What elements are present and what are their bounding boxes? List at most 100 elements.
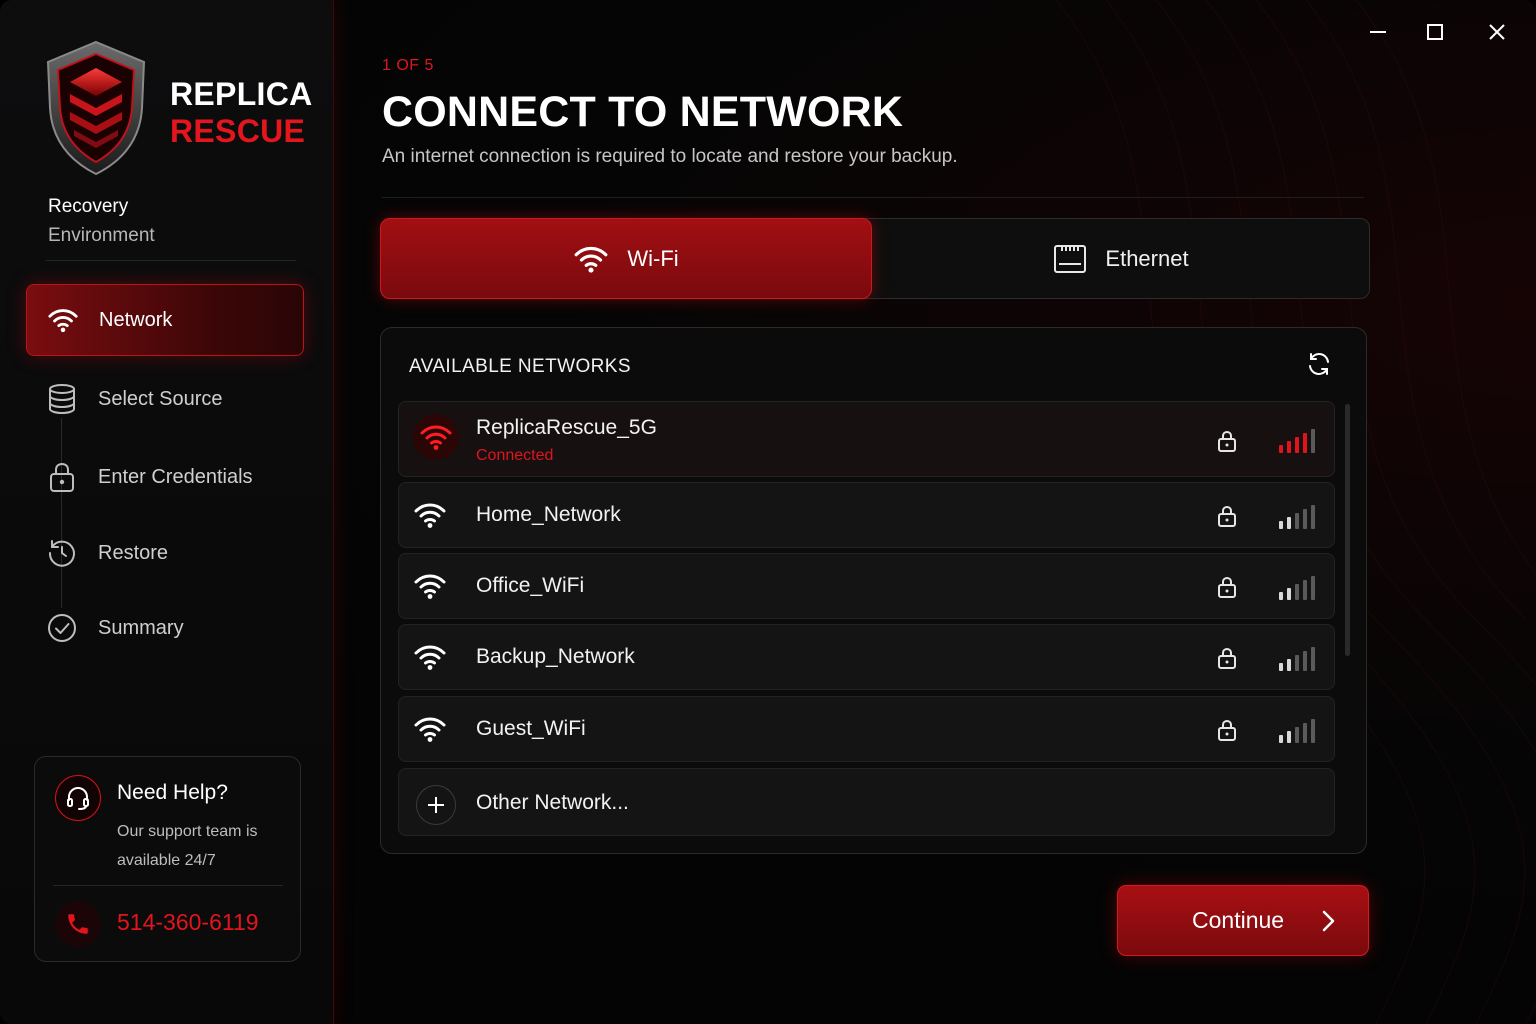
network-name: Home_Network — [476, 503, 621, 526]
environment-label: Recovery Environment — [48, 192, 155, 250]
network-row[interactable]: Backup_Network — [398, 624, 1335, 690]
network-row[interactable]: Office_WiFi — [398, 553, 1335, 619]
lock-icon — [1217, 576, 1237, 598]
step-indicator: 1 OF 5 — [382, 57, 434, 74]
signal-bar — [1311, 429, 1315, 453]
lock-icon — [46, 461, 78, 493]
continue-button[interactable]: Continue — [1117, 885, 1369, 956]
minimize-icon — [1370, 31, 1386, 33]
other-network-row[interactable]: Other Network... — [398, 768, 1335, 836]
connection-type-tabs: Wi-Fi Ethernet — [380, 218, 1370, 299]
plus-icon — [416, 785, 456, 825]
app-window: REPLICA RESCUE Recovery Environment Netw… — [0, 0, 1536, 1024]
signal-bar — [1279, 663, 1283, 671]
support-phone-link[interactable]: 514-360-6119 — [117, 909, 259, 936]
page-subtitle: An internet connection is required to lo… — [382, 146, 958, 167]
sidebar-item-network[interactable]: Network — [26, 284, 304, 356]
lock-icon — [1217, 719, 1237, 741]
sidebar-item-label: Enter Credentials — [98, 465, 253, 488]
sidebar-item-select-source[interactable]: Select Source — [26, 363, 304, 435]
other-network-label: Other Network... — [476, 791, 629, 814]
continue-label: Continue — [1192, 907, 1285, 933]
wifi-icon — [573, 244, 609, 274]
signal-bar — [1279, 521, 1283, 529]
brand-line-1: REPLICA — [170, 76, 313, 112]
lock-icon — [1217, 430, 1237, 452]
sidebar-item-label: Restore — [98, 541, 169, 564]
tab-label: Ethernet — [1105, 245, 1189, 271]
list-scrollbar[interactable] — [1345, 404, 1350, 656]
network-name: ReplicaRescue_5G — [476, 416, 657, 439]
close-icon — [1489, 24, 1505, 40]
network-name: Guest_WiFi — [476, 717, 586, 740]
signal-bar — [1287, 517, 1291, 529]
wifi-signal-icon — [413, 643, 447, 671]
wifi-signal-icon — [413, 501, 447, 529]
network-row[interactable]: ReplicaRescue_5G Connected — [398, 401, 1335, 477]
wifi-icon — [47, 304, 79, 336]
wifi-signal-icon — [413, 715, 447, 743]
help-divider — [53, 885, 283, 886]
close-button[interactable] — [1479, 14, 1515, 50]
lock-icon — [1217, 647, 1237, 669]
signal-bar — [1311, 647, 1315, 671]
signal-bar — [1295, 584, 1299, 600]
signal-bar — [1303, 580, 1307, 600]
headset-icon — [55, 775, 101, 821]
signal-bar — [1303, 509, 1307, 529]
maximize-icon — [1427, 24, 1443, 40]
signal-strength-icon — [1279, 645, 1315, 671]
signal-bar — [1295, 655, 1299, 671]
sidebar-item-restore[interactable]: Restore — [26, 517, 304, 589]
minimize-button[interactable] — [1360, 14, 1396, 50]
ethernet-icon — [1053, 244, 1087, 274]
help-title: Need Help? — [117, 781, 228, 804]
tab-ethernet[interactable]: Ethernet — [873, 218, 1369, 299]
signal-bar — [1303, 433, 1307, 453]
maximize-button[interactable] — [1417, 14, 1453, 50]
signal-strength-icon — [1279, 717, 1315, 743]
sidebar-item-label: Select Source — [98, 387, 223, 410]
phone-icon — [55, 901, 101, 947]
signal-bar — [1279, 592, 1283, 600]
brand-line-2: RESCUE — [170, 113, 306, 149]
signal-bar — [1287, 588, 1291, 600]
sidebar-item-label: Summary — [98, 616, 184, 639]
network-name: Backup_Network — [476, 645, 635, 668]
network-status: Connected — [476, 447, 554, 464]
environment-line-1: Recovery — [48, 196, 129, 217]
check-circle-icon — [46, 612, 78, 644]
signal-bar — [1311, 719, 1315, 743]
environment-line-2: Environment — [48, 225, 155, 246]
refresh-icon — [1309, 353, 1329, 375]
signal-bar — [1295, 513, 1299, 529]
page-title: CONNECT TO NETWORK — [382, 88, 904, 136]
tab-label: Wi-Fi — [627, 245, 679, 271]
restore-icon — [46, 537, 78, 569]
header-divider — [382, 197, 1364, 198]
signal-bar — [1303, 651, 1307, 671]
network-name: Office_WiFi — [476, 574, 585, 597]
signal-bar — [1295, 437, 1299, 453]
database-icon — [46, 383, 78, 415]
signal-bar — [1287, 441, 1291, 453]
shield-logo-icon — [46, 40, 146, 176]
sidebar-item-label: Network — [99, 308, 173, 331]
signal-bar — [1311, 576, 1315, 600]
lock-icon — [1217, 505, 1237, 527]
help-card: Need Help? Our support team is available… — [34, 756, 301, 962]
network-row[interactable]: Guest_WiFi — [398, 696, 1335, 762]
tab-wifi[interactable]: Wi-Fi — [380, 218, 872, 299]
signal-bar — [1279, 445, 1283, 453]
sidebar-item-summary[interactable]: Summary — [26, 592, 304, 664]
panel-title: AVAILABLE NETWORKS — [409, 356, 631, 377]
refresh-button[interactable] — [1303, 348, 1335, 380]
network-row[interactable]: Home_Network — [398, 482, 1335, 548]
sidebar-item-enter-credentials[interactable]: Enter Credentials — [26, 441, 304, 513]
signal-strength-icon — [1279, 503, 1315, 529]
help-text: Our support team is available 24/7 — [117, 823, 258, 869]
signal-strength-icon — [1279, 427, 1315, 453]
wifi-signal-icon — [413, 572, 447, 600]
signal-bar — [1287, 659, 1291, 671]
sidebar-divider — [46, 260, 296, 261]
